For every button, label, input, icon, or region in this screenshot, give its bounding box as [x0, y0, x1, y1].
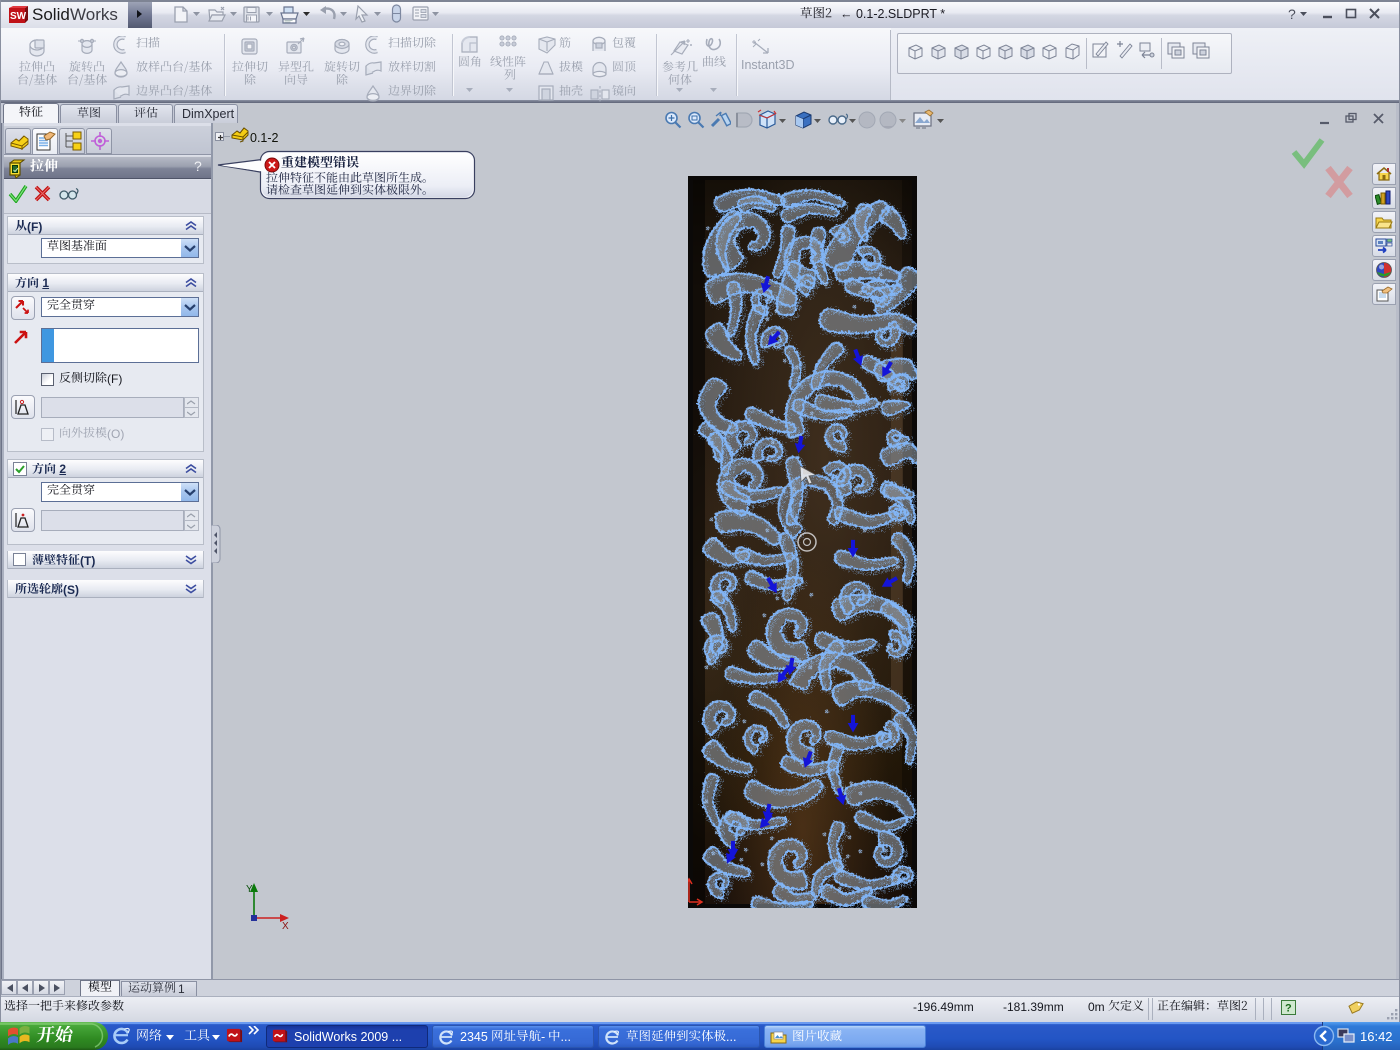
svg-text:?: ?	[1285, 1003, 1292, 1015]
svg-text:Y: Y	[246, 884, 253, 895]
svg-text:X: X	[282, 921, 289, 930]
svg-text:SW: SW	[10, 11, 27, 22]
